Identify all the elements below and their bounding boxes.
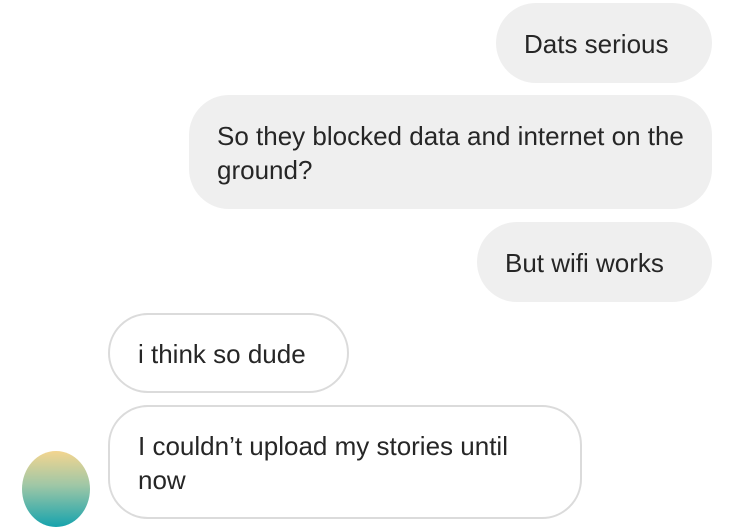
message-bubble-sent[interactable]: Dats serious [496, 3, 712, 83]
message-bubble-received[interactable]: I couldn’t upload my stories until now [108, 405, 582, 519]
message-bubble-sent[interactable]: But wifi works [477, 222, 712, 302]
message-bubble-sent[interactable]: So they blocked data and internet on the… [189, 95, 712, 209]
chat-thread: Dats serious So they blocked data and in… [0, 0, 738, 529]
profile-avatar[interactable] [22, 451, 90, 527]
message-text: I couldn’t upload my stories until now [138, 431, 508, 495]
message-text: So they blocked data and internet on the… [217, 121, 684, 185]
message-text: i think so dude [138, 339, 306, 369]
message-text: But wifi works [505, 248, 664, 278]
message-text: Dats serious [524, 29, 669, 59]
message-bubble-received[interactable]: i think so dude [108, 313, 349, 393]
